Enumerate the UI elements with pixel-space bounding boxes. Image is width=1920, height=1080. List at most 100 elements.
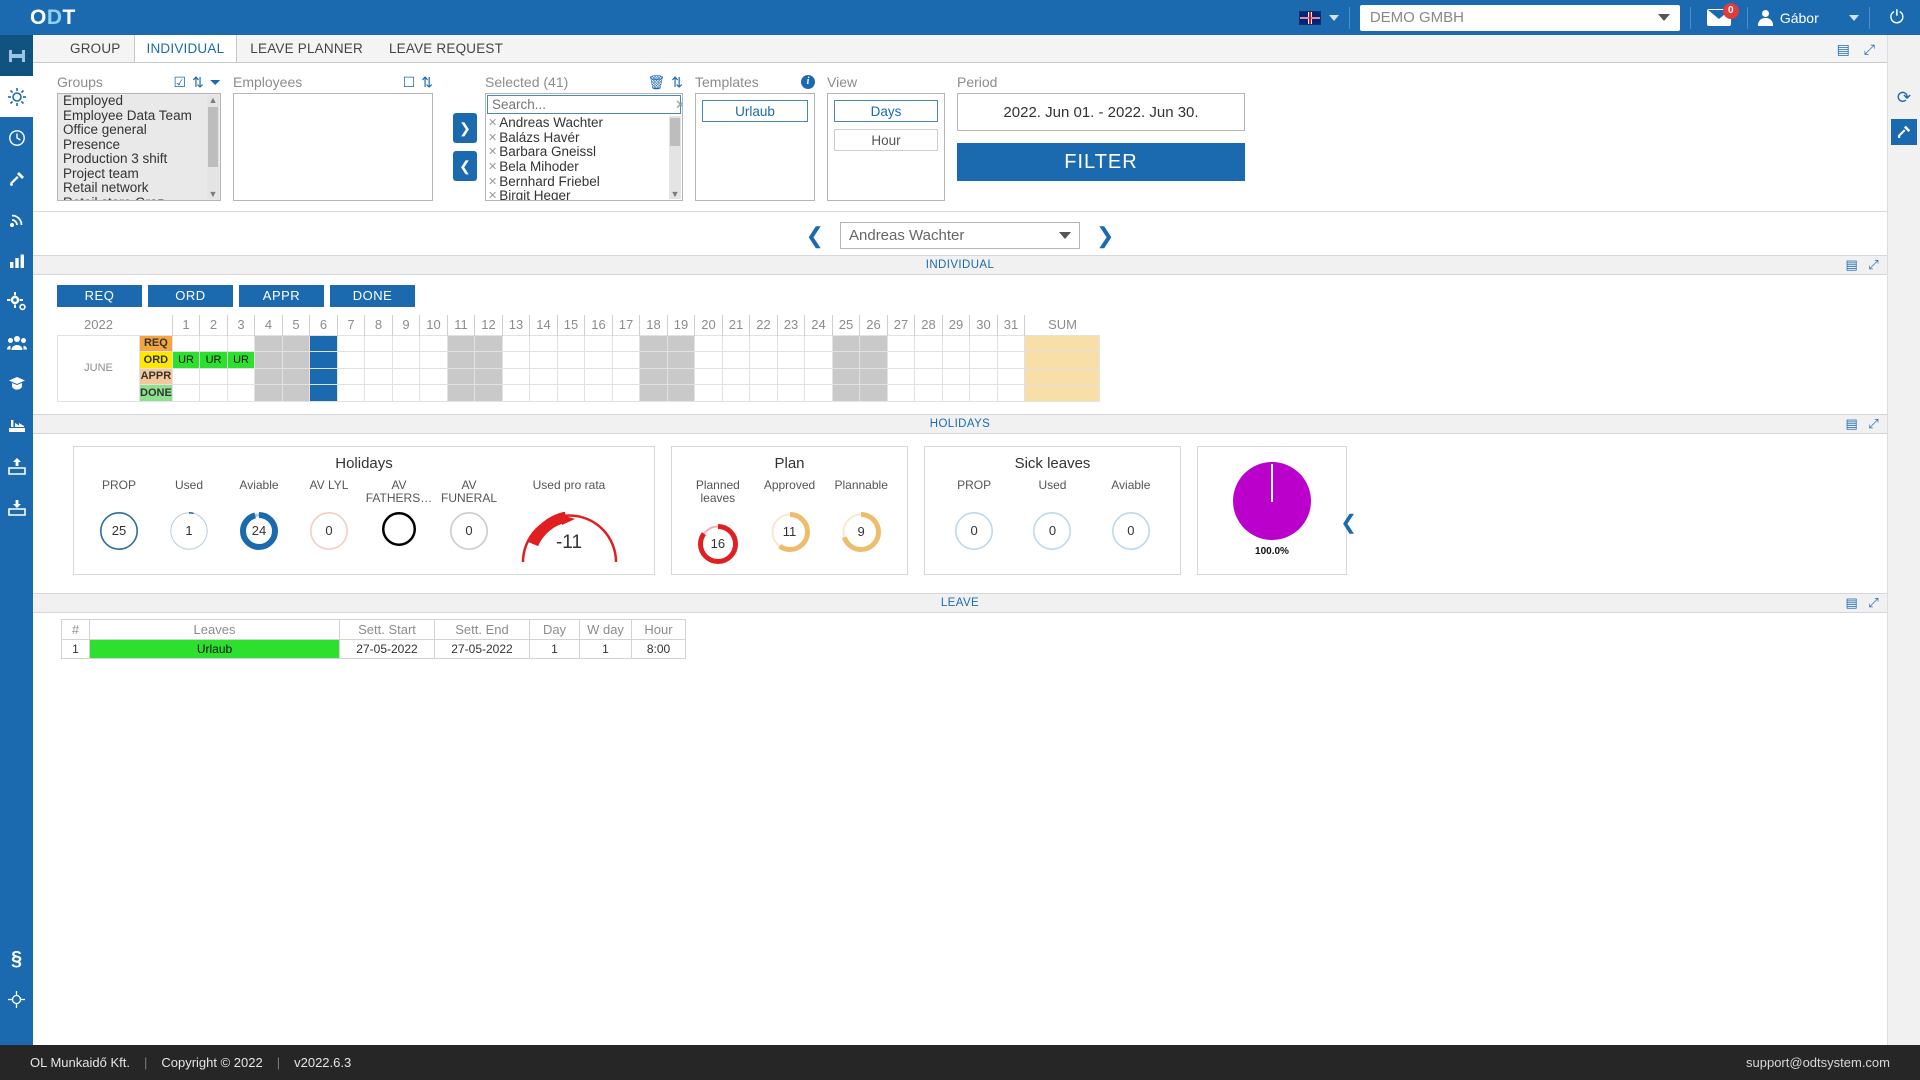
calendar-cell[interactable] — [611, 351, 641, 369]
calendar-cell[interactable] — [886, 384, 916, 402]
calendar-cell[interactable] — [804, 384, 833, 402]
calendar-cell[interactable] — [199, 367, 228, 385]
calendar-day-header[interactable]: 16 — [584, 315, 613, 335]
calendar-cell[interactable] — [446, 351, 476, 369]
list-item[interactable]: Production 3 shift — [58, 151, 220, 167]
calendar-cell[interactable] — [666, 384, 696, 402]
calendar-cell[interactable] — [254, 384, 283, 402]
calendar-cell[interactable] — [859, 384, 888, 402]
move-right-button[interactable]: ❯ — [453, 113, 477, 143]
calendar-cell[interactable] — [859, 351, 888, 369]
calendar-cell[interactable] — [556, 367, 586, 385]
calendar-row-label[interactable]: APPR — [139, 367, 173, 385]
calendar-cell[interactable] — [694, 384, 723, 402]
calendar-cell[interactable]: UR — [199, 351, 228, 369]
list-item[interactable]: ✕ Bernhard Friebel — [486, 174, 682, 189]
calendar-cell[interactable] — [804, 351, 833, 369]
calendar-row-label[interactable]: REQ — [139, 334, 173, 352]
trash-icon[interactable]: 🗑 — [647, 75, 665, 89]
calendar-cell[interactable] — [501, 384, 531, 402]
calendar-cell[interactable] — [941, 384, 971, 402]
funnel-icon[interactable]: ⏷ — [210, 75, 221, 89]
status-button-done[interactable]: DONE — [330, 285, 415, 307]
remove-icon[interactable]: ✕ — [488, 116, 497, 129]
calendar-cell[interactable] — [364, 384, 393, 402]
calendar-cell[interactable] — [831, 384, 861, 402]
calendar-cell[interactable] — [281, 334, 311, 352]
remove-icon[interactable]: ✕ — [488, 145, 497, 158]
calendar-cell[interactable] — [336, 367, 366, 385]
panel-expand-icon[interactable]: ⤢ — [1864, 41, 1875, 58]
calendar-cell[interactable] — [281, 351, 311, 369]
scroll-down-icon[interactable]: ▼ — [669, 189, 681, 199]
list-item[interactable]: Presence — [58, 137, 220, 153]
calendar-cell[interactable] — [776, 384, 806, 402]
calendar-day-header[interactable]: 27 — [886, 315, 915, 335]
info-icon[interactable]: i — [801, 75, 815, 89]
sidebar-item-time[interactable] — [0, 117, 33, 158]
calendar-cell[interactable] — [309, 334, 338, 352]
template-item-urlaub[interactable]: Urlaub — [702, 100, 808, 122]
calendar-cell[interactable] — [226, 334, 256, 352]
calendar-cell[interactable] — [639, 334, 668, 352]
calendar-cell[interactable] — [446, 367, 476, 385]
calendar-cell[interactable] — [749, 384, 778, 402]
checkbox-checked-icon[interactable]: ☑ — [174, 75, 187, 89]
company-select[interactable]: DEMO GMBH — [1359, 4, 1680, 31]
table-row[interactable]: 1 Urlaub 27-05-2022 27-05-2022 1 1 8:00 — [61, 638, 686, 659]
scrollbar-thumb[interactable] — [208, 107, 218, 167]
calendar-cell[interactable] — [419, 351, 448, 369]
calendar-cell[interactable] — [941, 334, 971, 352]
calendar-day-header[interactable]: 5 — [281, 315, 310, 335]
scroll-up-icon[interactable]: ▲ — [207, 95, 219, 105]
footer-support-email[interactable]: support@odtsystem.com — [1746, 1055, 1890, 1070]
calendar-cell[interactable] — [721, 367, 751, 385]
calendar-cell[interactable] — [336, 384, 366, 402]
calendar-day-header[interactable]: 17 — [611, 315, 640, 335]
calendar-cell[interactable] — [336, 334, 366, 352]
tab-leave-planner[interactable]: LEAVE PLANNER — [237, 34, 376, 62]
tools-settings-icon[interactable] — [1891, 119, 1917, 145]
list-item[interactable]: Retail store Graz — [58, 195, 220, 200]
calendar-cell[interactable] — [529, 351, 558, 369]
cards-prev-button[interactable]: ❮ — [1340, 510, 1357, 535]
calendar-cell[interactable] — [941, 367, 971, 385]
column-header-wday[interactable]: W day — [579, 618, 632, 640]
calendar-cell[interactable] — [446, 334, 476, 352]
calendar-day-header[interactable]: 11 — [446, 315, 475, 335]
calendar-cell[interactable] — [639, 351, 668, 369]
calendar-cell[interactable] — [171, 367, 201, 385]
list-item[interactable]: Retail network — [58, 180, 220, 196]
calendar-cell[interactable] — [254, 334, 283, 352]
calendar-cell[interactable] — [501, 367, 531, 385]
sort-icon[interactable]: ⇅ — [671, 75, 683, 89]
calendar-cell[interactable] — [694, 367, 723, 385]
calendar-day-header[interactable]: 7 — [336, 315, 365, 335]
calendar-day-header[interactable]: 23 — [776, 315, 805, 335]
prev-employee-button[interactable]: ❮ — [806, 224, 824, 247]
sidebar-item-training[interactable] — [0, 363, 33, 404]
list-item[interactable]: ✕ Birgit Heger — [486, 188, 682, 200]
selected-scrollbar[interactable]: ▼ — [669, 116, 681, 199]
groups-scrollbar[interactable]: ▲ ▼ — [207, 95, 219, 199]
calendar-cell[interactable] — [996, 367, 1026, 385]
calendar-cell[interactable] — [364, 334, 393, 352]
calendar-cell[interactable] — [199, 334, 228, 352]
calendar-cell[interactable] — [776, 351, 806, 369]
calendar-cell[interactable] — [611, 367, 641, 385]
calendar-cell[interactable] — [886, 334, 916, 352]
calendar-row-label[interactable]: DONE — [139, 384, 173, 402]
column-header-leaves[interactable]: Leaves — [89, 618, 340, 640]
calendar-cell[interactable] — [749, 351, 778, 369]
calendar-cell[interactable] — [391, 351, 421, 369]
calendar-cell[interactable] — [859, 334, 888, 352]
column-header-num[interactable]: # — [61, 618, 90, 640]
calendar-cell[interactable] — [996, 384, 1026, 402]
calendar-day-header[interactable]: 26 — [859, 315, 888, 335]
calendar-cell[interactable] — [419, 367, 448, 385]
sidebar-item-legal[interactable]: § — [0, 938, 33, 979]
calendar-cell[interactable] — [694, 351, 723, 369]
calendar-cell[interactable] — [639, 367, 668, 385]
calendar-cell[interactable] — [914, 367, 943, 385]
calendar-day-header[interactable]: 12 — [474, 315, 503, 335]
